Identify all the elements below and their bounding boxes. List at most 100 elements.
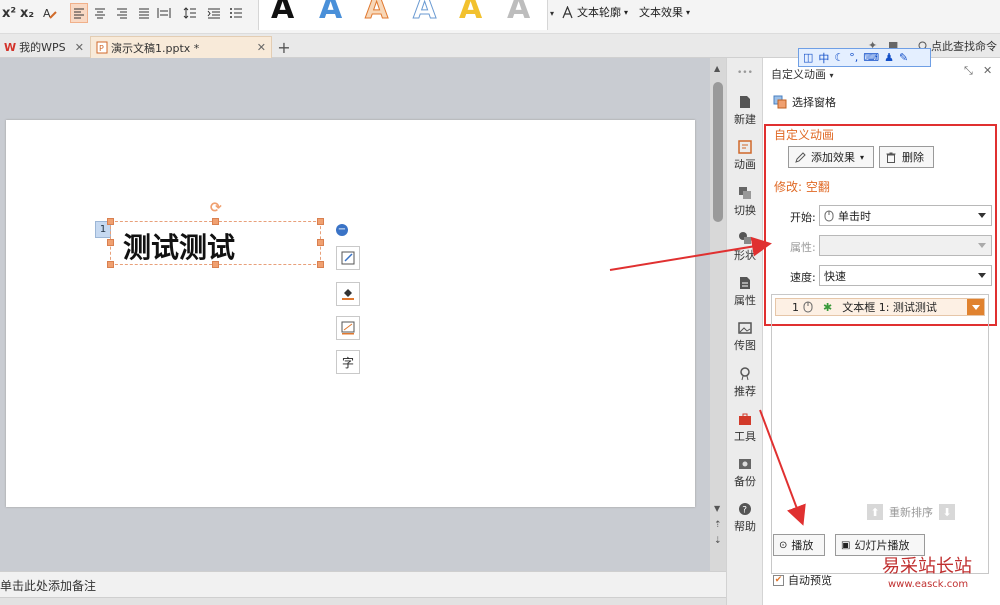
sidebar-item-animation[interactable]: 动画 — [727, 139, 763, 179]
recommend-icon — [737, 366, 753, 382]
resize-handle[interactable] — [317, 218, 324, 225]
shape-style-button[interactable] — [336, 246, 360, 270]
play-button[interactable]: ⊙ 播放 — [773, 534, 825, 556]
user-icon[interactable]: ♟ — [884, 51, 894, 64]
tab-my-wps[interactable]: W 我的WPS ✕ — [0, 36, 88, 58]
wordart-style-gray[interactable]: A — [507, 0, 530, 24]
sidebar-item-label: 推荐 — [734, 385, 756, 398]
resize-handle[interactable] — [107, 218, 114, 225]
sidebar-item-recommend[interactable]: 推荐 — [727, 366, 763, 406]
rotate-handle-icon[interactable]: ⟳ — [210, 200, 222, 216]
line-spacing-icon — [183, 7, 196, 19]
bullets-icon — [230, 8, 242, 18]
close-icon[interactable]: ✕ — [983, 64, 992, 77]
keyboard-icon[interactable]: ⌨ — [863, 51, 879, 64]
text-outline-button[interactable]: 文本轮廓 ▾ — [561, 4, 628, 20]
auto-preview-checkbox[interactable]: ✔ 自动预览 — [773, 572, 832, 588]
next-slide-icon[interactable]: ⇣ — [714, 536, 722, 546]
justify-button[interactable] — [135, 3, 153, 23]
dock-icon[interactable]: ⤡ — [964, 64, 973, 78]
wordart-style-blue[interactable]: A — [319, 0, 342, 24]
item-dropdown-button[interactable] — [967, 299, 984, 315]
outline-button[interactable] — [336, 316, 360, 340]
move-up-icon[interactable]: ⬆ — [867, 504, 883, 520]
wordart-style-blue-outline[interactable]: A — [412, 0, 436, 24]
new-tab-button[interactable]: + — [276, 36, 292, 58]
wrench-icon[interactable]: ✎ — [899, 51, 908, 64]
image-icon — [737, 320, 753, 336]
align-center-button[interactable] — [91, 3, 109, 23]
resize-handle[interactable] — [107, 239, 114, 246]
textbox[interactable]: 测试测试 — [110, 221, 321, 265]
sidebar-item-shape[interactable]: 形状 — [727, 230, 763, 270]
animation-list[interactable]: 1 ✱ 文本框 1: 测试测试 — [771, 294, 989, 574]
resize-handle[interactable] — [107, 261, 114, 268]
select-pane-button[interactable]: 选择窗格 — [773, 94, 836, 110]
resize-handle[interactable] — [317, 261, 324, 268]
sidebar-item-image[interactable]: 传图 — [727, 320, 763, 360]
prev-slide-icon[interactable]: ⇡ — [714, 520, 722, 530]
close-icon[interactable]: ✕ — [75, 41, 84, 54]
chevron-down-icon: ▾ — [829, 71, 834, 80]
sidebar-item-new[interactable]: 新建 — [727, 94, 763, 134]
wordart-style-orange-outline[interactable]: A — [364, 0, 388, 24]
pencil-icon — [795, 151, 806, 163]
ime-language[interactable]: 中 — [818, 50, 829, 66]
moon-icon[interactable]: ☾ — [834, 51, 844, 64]
wordart-style-black[interactable]: A — [271, 0, 294, 24]
text-effect-button[interactable]: 文本效果 ▾ — [639, 4, 690, 20]
speed-select[interactable]: 快速 — [819, 265, 992, 286]
superscript-button[interactable]: x² — [0, 3, 18, 23]
move-down-icon[interactable]: ⬇ — [939, 504, 955, 520]
collapse-toolbar-icon[interactable]: − — [336, 224, 348, 236]
bullets-button[interactable] — [226, 3, 248, 23]
scroll-up-icon[interactable]: ▲ — [714, 64, 720, 73]
tab-presentation[interactable]: P 演示文稿1.pptx * ✕ — [90, 36, 272, 58]
list-item[interactable]: 1 ✱ 文本框 1: 测试测试 — [775, 298, 985, 316]
notes-pane[interactable]: 单击此处添加备注 — [0, 571, 726, 597]
play-icon: ⊙ — [779, 539, 788, 551]
wps-logo-icon: W — [4, 40, 17, 54]
textbox-text[interactable]: 测试测试 — [123, 226, 235, 266]
sidebar-item-transition[interactable]: 切换 — [727, 185, 763, 225]
start-select[interactable]: 单击时 — [819, 205, 992, 226]
line-spacing-button[interactable] — [180, 3, 200, 23]
sidebar-item-label: 切换 — [734, 204, 756, 217]
text-style-button[interactable]: 字 — [336, 350, 360, 374]
pane-title[interactable]: 自定义动画 ▾ — [771, 66, 834, 82]
slideshow-label: 幻灯片播放 — [854, 539, 910, 552]
shape-style-icon — [341, 251, 355, 265]
sidebar-item-properties[interactable]: 属性 — [727, 275, 763, 315]
wordart-more-button[interactable]: ▾ — [548, 3, 556, 23]
text-outline-icon — [562, 5, 573, 18]
punctuation-icon[interactable]: °, — [849, 51, 858, 64]
align-right-button[interactable] — [113, 3, 131, 23]
chevron-down-icon — [978, 273, 986, 278]
sidebar-item-tools[interactable]: 工具 — [727, 411, 763, 451]
distribute-button[interactable] — [155, 3, 173, 23]
property-select[interactable] — [819, 235, 992, 256]
align-left-button[interactable] — [70, 3, 88, 23]
resize-handle[interactable] — [212, 218, 219, 225]
sidebar-more-icon[interactable]: ••• — [737, 68, 753, 78]
scrollbar-thumb[interactable] — [713, 82, 723, 222]
wordart-style-yellow[interactable]: A — [459, 0, 482, 24]
chevron-down-icon: ▾ — [686, 7, 691, 17]
ime-toolbar[interactable]: ◫ 中 ☾ °, ⌨ ♟ ✎ — [798, 48, 931, 67]
effect-star-icon: ✱ — [823, 300, 833, 314]
subscript-button[interactable]: x₂ — [18, 3, 36, 23]
clear-format-button[interactable]: A — [40, 3, 60, 23]
indent-button[interactable] — [204, 3, 224, 23]
scroll-down-icon[interactable]: ▼ — [714, 504, 720, 513]
delete-button[interactable]: 删除 — [879, 146, 934, 168]
fill-button[interactable] — [336, 282, 360, 306]
vertical-scrollbar[interactable]: ▲ ▼ ⇡ ⇣ — [710, 58, 726, 571]
pane-title-label: 自定义动画 — [771, 68, 826, 81]
sidebar-item-help[interactable]: ? 帮助 — [727, 501, 763, 541]
sidebar-item-backup[interactable]: 备份 — [727, 456, 763, 496]
slide-canvas[interactable]: 1 ⟳ 测试测试 − 字 — [6, 120, 695, 507]
add-effect-button[interactable]: 添加效果 ▾ — [788, 146, 874, 168]
resize-handle[interactable] — [317, 239, 324, 246]
resize-handle[interactable] — [212, 261, 219, 268]
close-icon[interactable]: ✕ — [257, 41, 266, 54]
